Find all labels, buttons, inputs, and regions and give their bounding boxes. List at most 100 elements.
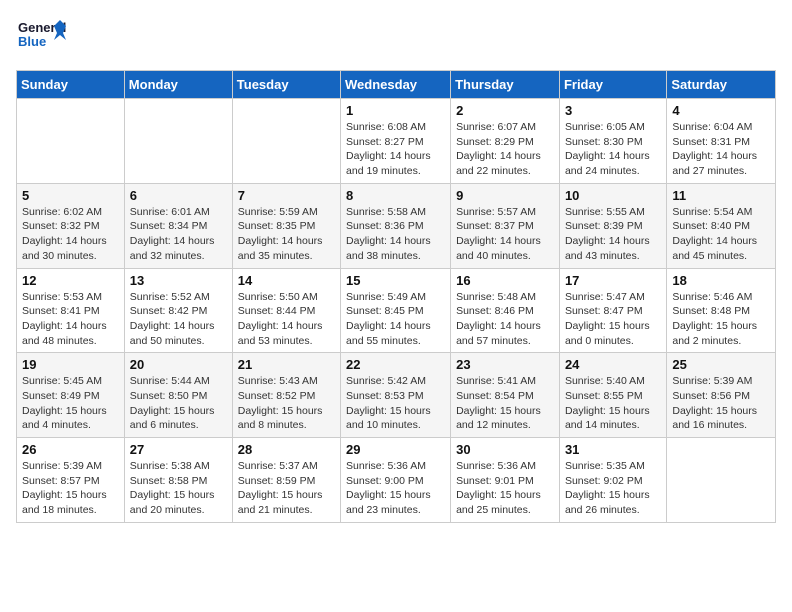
- calendar-day-cell: 17 Sunrise: 5:47 AM Sunset: 8:47 PM Dayli…: [559, 268, 666, 353]
- calendar-day-cell: 15Sunrise: 5:49 AM Sunset: 8:45 PM Dayli…: [341, 268, 451, 353]
- day-number: 18: [672, 273, 770, 288]
- weekday-header-wednesday: Wednesday: [341, 71, 451, 99]
- day-number: 15: [346, 273, 445, 288]
- day-info: Sunrise: 5:59 AM Sunset: 8:35 PM Dayligh…: [238, 205, 335, 264]
- calendar-day-cell: 9 Sunrise: 5:57 AM Sunset: 8:37 PM Daylig…: [451, 183, 560, 268]
- day-number: 28: [238, 442, 335, 457]
- calendar-day-cell: 18 Sunrise: 5:46 AM Sunset: 8:48 PM Dayli…: [667, 268, 776, 353]
- day-info: Sunrise: 5:38 AM Sunset: 8:58 PM Dayligh…: [130, 459, 227, 518]
- calendar-week-row: 26 Sunrise: 5:39 AM Sunset: 8:57 PM Dayli…: [17, 438, 776, 523]
- svg-text:Blue: Blue: [18, 34, 46, 49]
- calendar-day-cell: 30 Sunrise: 5:36 AM Sunset: 9:01 PM Dayli…: [451, 438, 560, 523]
- calendar-table: SundayMondayTuesdayWednesdayThursdayFrid…: [16, 70, 776, 523]
- calendar-day-cell: 12 Sunrise: 5:53 AM Sunset: 8:41 PM Dayli…: [17, 268, 125, 353]
- day-number: 8: [346, 188, 445, 203]
- page-header: General Blue: [16, 16, 776, 58]
- calendar-week-row: 19Sunrise: 5:45 AM Sunset: 8:49 PM Dayli…: [17, 353, 776, 438]
- calendar-day-cell: 16 Sunrise: 5:48 AM Sunset: 8:46 PM Dayli…: [451, 268, 560, 353]
- day-info: Sunrise: 5:41 AM Sunset: 8:54 PM Dayligh…: [456, 374, 554, 433]
- logo: General Blue: [16, 16, 66, 58]
- calendar-day-cell: [124, 99, 232, 184]
- day-info: Sunrise: 5:42 AM Sunset: 8:53 PM Dayligh…: [346, 374, 445, 433]
- calendar-day-cell: [17, 99, 125, 184]
- day-number: 14: [238, 273, 335, 288]
- calendar-day-cell: 19Sunrise: 5:45 AM Sunset: 8:49 PM Dayli…: [17, 353, 125, 438]
- day-info: Sunrise: 6:08 AM Sunset: 8:27 PM Dayligh…: [346, 120, 445, 179]
- day-info: Sunrise: 5:40 AM Sunset: 8:55 PM Dayligh…: [565, 374, 661, 433]
- day-number: 20: [130, 357, 227, 372]
- day-number: 3: [565, 103, 661, 118]
- day-info: Sunrise: 5:39 AM Sunset: 8:57 PM Dayligh…: [22, 459, 119, 518]
- weekday-header-friday: Friday: [559, 71, 666, 99]
- calendar-day-cell: [667, 438, 776, 523]
- day-info: Sunrise: 5:50 AM Sunset: 8:44 PM Dayligh…: [238, 290, 335, 349]
- day-number: 9: [456, 188, 554, 203]
- day-number: 22: [346, 357, 445, 372]
- calendar-day-cell: 5Sunrise: 6:02 AM Sunset: 8:32 PM Daylig…: [17, 183, 125, 268]
- calendar-day-cell: 8Sunrise: 5:58 AM Sunset: 8:36 PM Daylig…: [341, 183, 451, 268]
- day-number: 31: [565, 442, 661, 457]
- day-number: 2: [456, 103, 554, 118]
- calendar-day-cell: 7Sunrise: 5:59 AM Sunset: 8:35 PM Daylig…: [232, 183, 340, 268]
- day-number: 16: [456, 273, 554, 288]
- calendar-day-cell: 29 Sunrise: 5:36 AM Sunset: 9:00 PM Dayli…: [341, 438, 451, 523]
- day-number: 26: [22, 442, 119, 457]
- weekday-header-tuesday: Tuesday: [232, 71, 340, 99]
- calendar-week-row: 5Sunrise: 6:02 AM Sunset: 8:32 PM Daylig…: [17, 183, 776, 268]
- day-info: Sunrise: 5:36 AM Sunset: 9:00 PM Dayligh…: [346, 459, 445, 518]
- day-info: Sunrise: 5:52 AM Sunset: 8:42 PM Dayligh…: [130, 290, 227, 349]
- day-number: 27: [130, 442, 227, 457]
- weekday-header-thursday: Thursday: [451, 71, 560, 99]
- day-info: Sunrise: 6:01 AM Sunset: 8:34 PM Dayligh…: [130, 205, 227, 264]
- day-info: Sunrise: 5:55 AM Sunset: 8:39 PM Dayligh…: [565, 205, 661, 264]
- calendar-day-cell: 11 Sunrise: 5:54 AM Sunset: 8:40 PM Dayli…: [667, 183, 776, 268]
- weekday-header-saturday: Saturday: [667, 71, 776, 99]
- day-info: Sunrise: 5:46 AM Sunset: 8:48 PM Dayligh…: [672, 290, 770, 349]
- day-number: 11: [672, 188, 770, 203]
- calendar-day-cell: 3Sunrise: 6:05 AM Sunset: 8:30 PM Daylig…: [559, 99, 666, 184]
- day-info: Sunrise: 5:43 AM Sunset: 8:52 PM Dayligh…: [238, 374, 335, 433]
- calendar-day-cell: 1Sunrise: 6:08 AM Sunset: 8:27 PM Daylig…: [341, 99, 451, 184]
- day-number: 5: [22, 188, 119, 203]
- calendar-day-cell: 21 Sunrise: 5:43 AM Sunset: 8:52 PM Dayli…: [232, 353, 340, 438]
- calendar-day-cell: 6 Sunrise: 6:01 AM Sunset: 8:34 PM Daylig…: [124, 183, 232, 268]
- calendar-day-cell: 14 Sunrise: 5:50 AM Sunset: 8:44 PM Dayli…: [232, 268, 340, 353]
- calendar-day-cell: 23Sunrise: 5:41 AM Sunset: 8:54 PM Dayli…: [451, 353, 560, 438]
- calendar-day-cell: 31Sunrise: 5:35 AM Sunset: 9:02 PM Dayli…: [559, 438, 666, 523]
- day-info: Sunrise: 6:04 AM Sunset: 8:31 PM Dayligh…: [672, 120, 770, 179]
- day-number: 4: [672, 103, 770, 118]
- calendar-day-cell: 4 Sunrise: 6:04 AM Sunset: 8:31 PM Daylig…: [667, 99, 776, 184]
- day-number: 21: [238, 357, 335, 372]
- calendar-day-cell: 25 Sunrise: 5:39 AM Sunset: 8:56 PM Dayli…: [667, 353, 776, 438]
- day-number: 10: [565, 188, 661, 203]
- calendar-week-row: 1Sunrise: 6:08 AM Sunset: 8:27 PM Daylig…: [17, 99, 776, 184]
- day-number: 12: [22, 273, 119, 288]
- day-number: 25: [672, 357, 770, 372]
- day-info: Sunrise: 5:45 AM Sunset: 8:49 PM Dayligh…: [22, 374, 119, 433]
- day-info: Sunrise: 5:36 AM Sunset: 9:01 PM Dayligh…: [456, 459, 554, 518]
- day-info: Sunrise: 5:54 AM Sunset: 8:40 PM Dayligh…: [672, 205, 770, 264]
- calendar-day-cell: 27 Sunrise: 5:38 AM Sunset: 8:58 PM Dayli…: [124, 438, 232, 523]
- day-number: 17: [565, 273, 661, 288]
- weekday-header-monday: Monday: [124, 71, 232, 99]
- day-info: Sunrise: 5:47 AM Sunset: 8:47 PM Dayligh…: [565, 290, 661, 349]
- day-info: Sunrise: 5:37 AM Sunset: 8:59 PM Dayligh…: [238, 459, 335, 518]
- logo-svg: General Blue: [16, 16, 66, 58]
- day-number: 29: [346, 442, 445, 457]
- calendar-week-row: 12 Sunrise: 5:53 AM Sunset: 8:41 PM Dayli…: [17, 268, 776, 353]
- calendar-day-cell: 2 Sunrise: 6:07 AM Sunset: 8:29 PM Daylig…: [451, 99, 560, 184]
- day-info: Sunrise: 5:44 AM Sunset: 8:50 PM Dayligh…: [130, 374, 227, 433]
- calendar-day-cell: 20 Sunrise: 5:44 AM Sunset: 8:50 PM Dayli…: [124, 353, 232, 438]
- calendar-day-cell: 28 Sunrise: 5:37 AM Sunset: 8:59 PM Dayli…: [232, 438, 340, 523]
- weekday-header-sunday: Sunday: [17, 71, 125, 99]
- day-info: Sunrise: 6:07 AM Sunset: 8:29 PM Dayligh…: [456, 120, 554, 179]
- day-number: 6: [130, 188, 227, 203]
- calendar-day-cell: 13Sunrise: 5:52 AM Sunset: 8:42 PM Dayli…: [124, 268, 232, 353]
- day-info: Sunrise: 5:39 AM Sunset: 8:56 PM Dayligh…: [672, 374, 770, 433]
- day-info: Sunrise: 5:48 AM Sunset: 8:46 PM Dayligh…: [456, 290, 554, 349]
- day-info: Sunrise: 5:53 AM Sunset: 8:41 PM Dayligh…: [22, 290, 119, 349]
- day-number: 24: [565, 357, 661, 372]
- day-number: 30: [456, 442, 554, 457]
- calendar-day-cell: 22 Sunrise: 5:42 AM Sunset: 8:53 PM Dayli…: [341, 353, 451, 438]
- day-info: Sunrise: 5:57 AM Sunset: 8:37 PM Dayligh…: [456, 205, 554, 264]
